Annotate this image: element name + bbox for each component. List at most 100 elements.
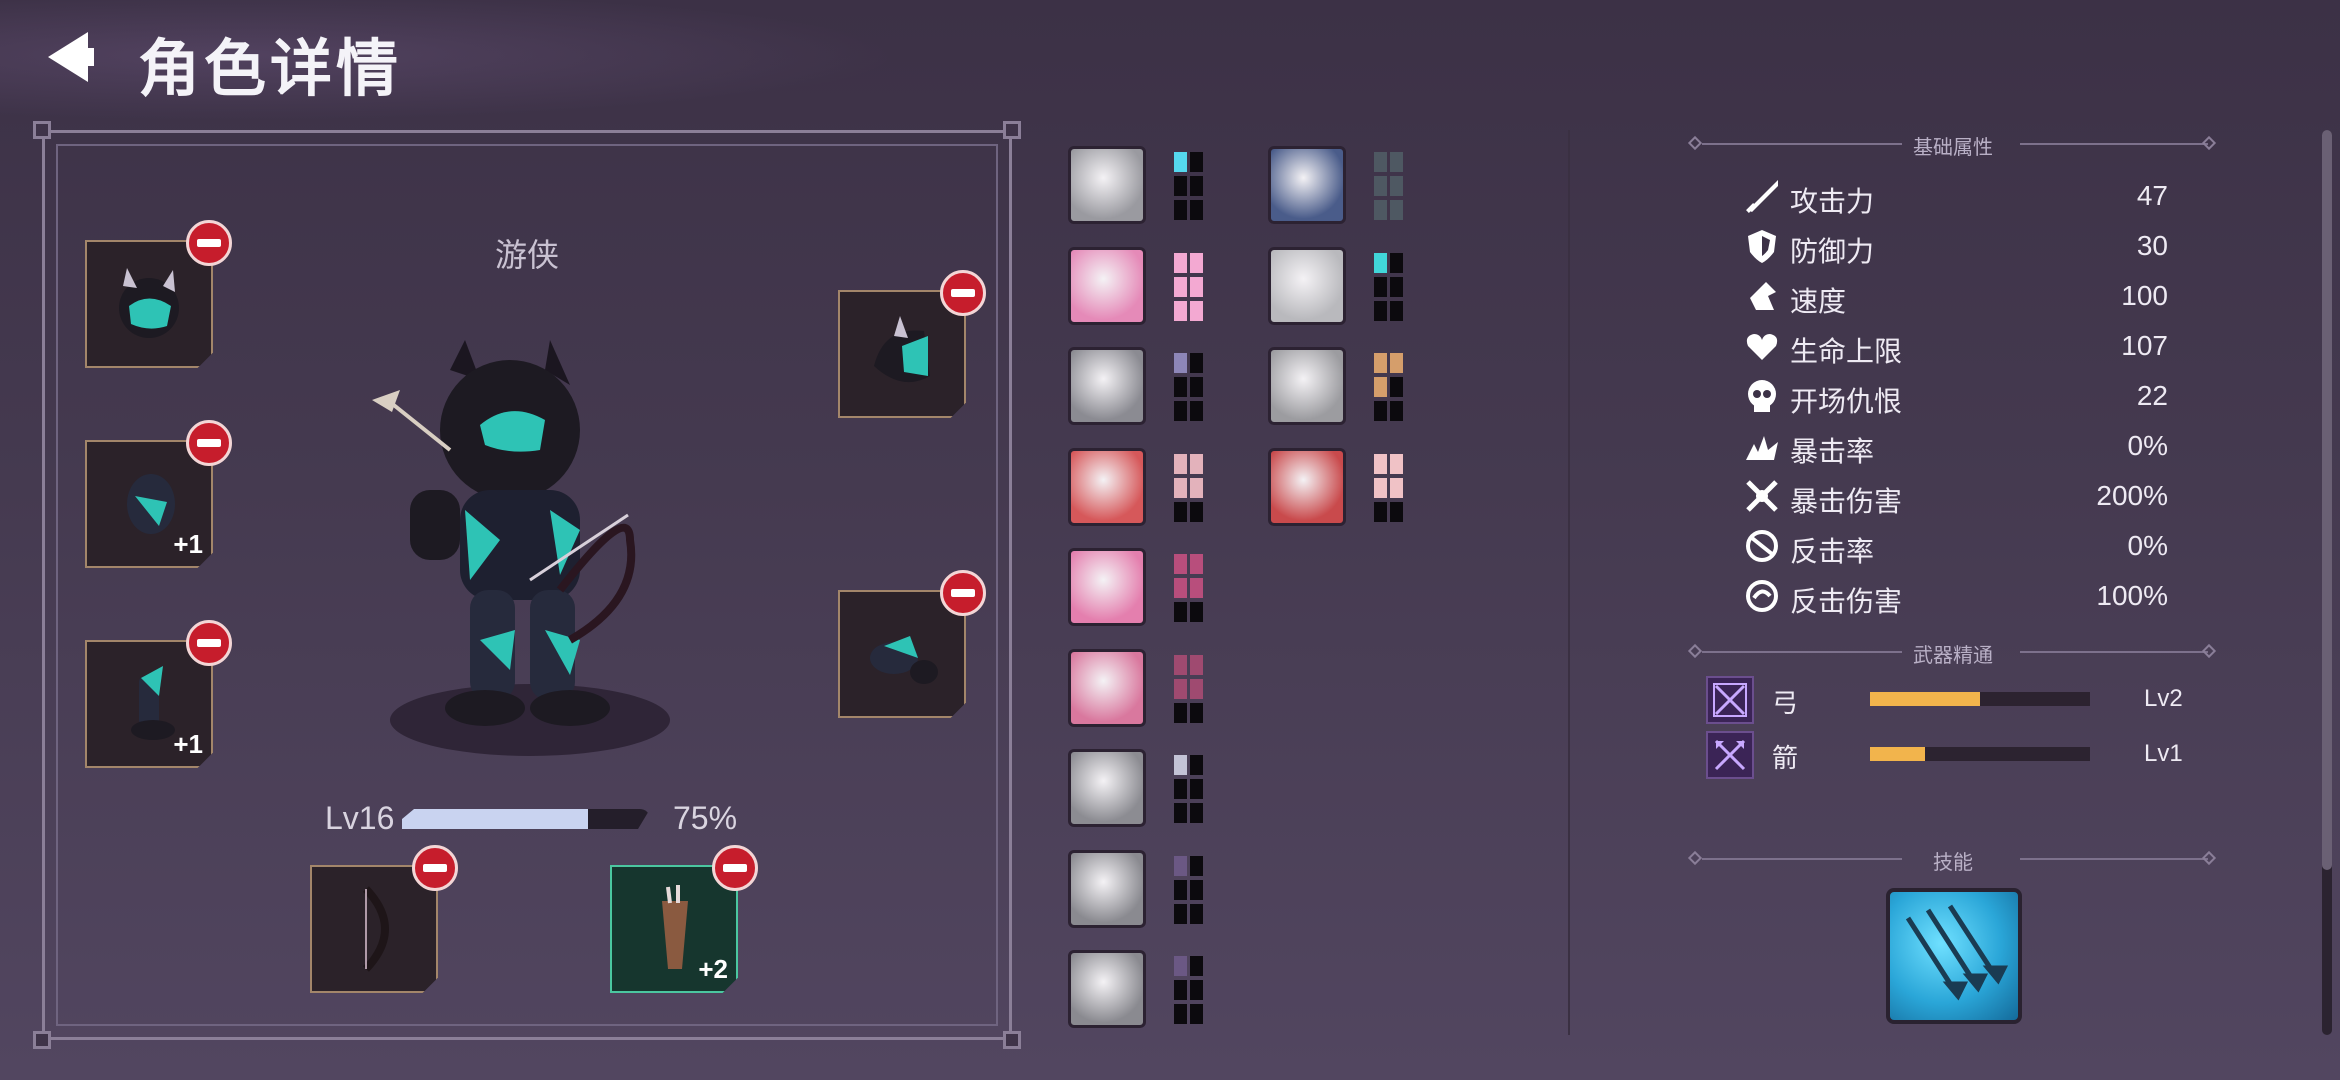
warrior-icon[interactable]: [1068, 347, 1146, 425]
panel-corner: [33, 1031, 51, 1049]
skill-level-pips: [1374, 152, 1406, 222]
skill-level-pip: [1174, 252, 1187, 273]
skill-level-pip: [1174, 1004, 1187, 1024]
slot-bonus: +1: [173, 529, 203, 559]
back-arrow-icon[interactable]: [40, 28, 100, 86]
mastery-level: Lv2: [2144, 685, 2183, 712]
stat-value: 107: [2121, 330, 2168, 361]
skill-level-pip: [1374, 401, 1387, 421]
skill-level-pip: [1174, 276, 1187, 297]
potion-icon[interactable]: [1268, 146, 1346, 224]
skill-level-pip: [1190, 276, 1203, 297]
slot-bonus: +2: [698, 954, 728, 984]
skill-level-pip: [1174, 779, 1187, 799]
stat-value: 100%: [2096, 580, 2168, 611]
spear-icon[interactable]: [1068, 447, 1146, 526]
skill-level-pip: [1374, 200, 1387, 220]
scrollbar-thumb[interactable]: [2322, 130, 2332, 870]
rage-icon[interactable]: [1068, 849, 1146, 928]
skill-level-pip: [1190, 755, 1203, 775]
remove-gauntlets-button[interactable]: [186, 420, 232, 466]
section-line: [2020, 143, 2208, 145]
skill-level-pip: [1190, 477, 1203, 498]
skill-level-pip: [1174, 903, 1187, 924]
skill-level-pip: [1174, 554, 1187, 574]
stat-value: 30: [2136, 230, 2168, 261]
stat-value: 0%: [2127, 430, 2168, 461]
skill-level-pip: [1174, 300, 1187, 321]
remove-bow-button[interactable]: [412, 845, 458, 891]
skill-level-pip: [1174, 755, 1187, 775]
skill-level-pip: [1190, 152, 1203, 172]
skill-level-pips: [1174, 654, 1206, 725]
orb-icon[interactable]: [1268, 347, 1346, 425]
xp-percent: 75%: [673, 800, 738, 836]
mastery-progress-bar: [1870, 692, 2090, 706]
skill-level-pip: [1190, 200, 1203, 220]
skill-level-pip: [1390, 200, 1403, 220]
bow-icon: [363, 886, 389, 972]
axe-icon[interactable]: [1068, 749, 1146, 827]
mastery-header: 武器精通: [1913, 645, 1993, 667]
section-line: [2020, 858, 2208, 860]
bag-icon[interactable]: [1068, 950, 1146, 1028]
skill-level-pip: [1190, 803, 1203, 823]
stat-value: 47: [2136, 180, 2168, 211]
skill-level-pip: [1390, 176, 1403, 196]
mastery-progress-fill: [1870, 747, 1925, 761]
mastery-level: Lv1: [2144, 740, 2183, 767]
skill-level-pip: [1190, 602, 1203, 622]
skill-level-pip: [1390, 276, 1403, 297]
mastery-progress-fill: [1870, 692, 1980, 706]
mastery-progress-bar: [1870, 747, 2090, 761]
skill-level-pip: [1374, 276, 1387, 297]
remove-shoulder-button[interactable]: [940, 270, 986, 316]
helmet-icon: [119, 268, 179, 338]
sword-icon: [1746, 180, 1778, 213]
boot-icon[interactable]: [1068, 246, 1146, 325]
skill-level-pip: [1174, 200, 1187, 220]
stat-label: 反击率: [1790, 536, 1875, 567]
skill-level-pip: [1374, 453, 1387, 474]
skill-level-pip: [1174, 803, 1187, 823]
mastery-label: 箭: [1772, 743, 1799, 773]
skill-level-pips: [1174, 252, 1206, 323]
counter-damage-icon: [1746, 580, 1778, 612]
remove-glove-button[interactable]: [940, 570, 986, 616]
page-title: 角色详情: [138, 35, 403, 104]
remove-quiver-button[interactable]: [712, 845, 758, 891]
stat-label: 速度: [1790, 286, 1847, 317]
skill-level-pips: [1374, 453, 1406, 524]
remove-helmet-button[interactable]: [186, 220, 232, 266]
section-line: [1702, 143, 1902, 145]
swords-icon[interactable]: [1268, 447, 1346, 526]
panel-corner: [33, 121, 51, 139]
skill-level-pips: [1174, 453, 1206, 524]
skill-level-pip: [1190, 401, 1203, 421]
fist-icon[interactable]: [1068, 146, 1146, 224]
section-diamond: [1687, 643, 1703, 659]
skill-level-pip: [1390, 401, 1403, 421]
skill-level-pip: [1390, 501, 1403, 522]
panel-divider: [1568, 130, 1570, 1035]
claw-icon[interactable]: [1068, 548, 1146, 626]
skill-level-pip: [1174, 980, 1187, 1000]
crossbow-icon[interactable]: [1068, 648, 1146, 727]
spirit-icon[interactable]: [1268, 246, 1346, 325]
skill-level-pip: [1390, 477, 1403, 498]
skill-level-pip: [1174, 353, 1187, 373]
stat-value: 22: [2136, 380, 2168, 411]
skill-level-pips: [1174, 755, 1206, 825]
stat-label: 生命上限: [1790, 336, 1903, 367]
stat-label: 开场仇恨: [1790, 386, 1903, 417]
hero-figure: [372, 340, 670, 756]
skill-level-pip: [1174, 879, 1187, 900]
skill-level-pip: [1190, 903, 1203, 924]
skill-level-pip: [1174, 453, 1187, 474]
skill-level-pip: [1190, 252, 1203, 273]
remove-boots-button[interactable]: [186, 620, 232, 666]
skill-level-pips: [1174, 554, 1206, 624]
section-diamond: [2201, 643, 2217, 659]
skill-level-pip: [1174, 501, 1187, 522]
skill-arrow-volley[interactable]: [1886, 888, 2022, 1024]
